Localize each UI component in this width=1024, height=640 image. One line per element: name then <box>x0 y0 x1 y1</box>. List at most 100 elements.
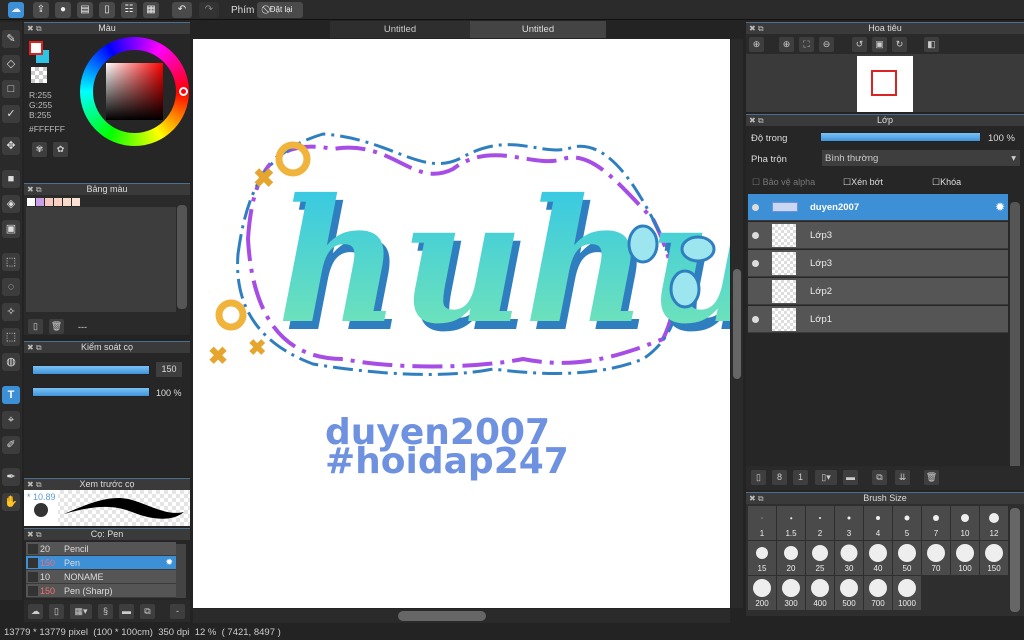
brush-list-item[interactable]: 150 Pen (Sharp) <box>26 584 176 598</box>
bucket-tool-icon[interactable]: ◈ <box>2 195 20 213</box>
visibility-icon[interactable] <box>752 316 759 323</box>
brush-size-cell[interactable]: 70 <box>922 541 950 575</box>
brush-size-cell[interactable]: 200 <box>748 576 776 610</box>
fill-rect-tool-icon[interactable]: ■ <box>2 170 20 188</box>
navigator-thumbnail[interactable] <box>857 56 913 112</box>
blend-mode-select[interactable]: Bình thường ▾ <box>822 150 1020 166</box>
select-eraser-tool-icon[interactable]: ◍ <box>2 353 20 371</box>
close-icon[interactable]: ✖ ⧉ <box>27 23 42 34</box>
zoom-actual-icon[interactable]: ⊕ <box>749 37 764 52</box>
tab-untitled-1[interactable]: Untitled <box>330 21 470 38</box>
folder-icon[interactable]: ▬ <box>119 604 134 619</box>
add-layer-dropdown-icon[interactable]: ▯▾ <box>815 470 837 485</box>
brush-size-cell[interactable]: 3 <box>835 506 863 540</box>
lock-checkbox[interactable]: ☐Khóa <box>932 177 961 188</box>
hand-tool-icon[interactable]: ✋ <box>2 493 20 511</box>
brush-size-value[interactable]: 150 <box>156 362 182 377</box>
vertical-scrollbar[interactable] <box>731 39 743 608</box>
reset-button[interactable]: ⃠ Đặt lại <box>257 2 303 18</box>
brush-size-cell[interactable]: 25 <box>806 541 834 575</box>
brush-list-item[interactable]: 150 Pen ✹ <box>26 556 176 570</box>
brush-tool-icon[interactable]: ✎ <box>2 30 20 48</box>
merge-layer-icon[interactable]: ⇊ <box>895 470 910 485</box>
brush-size-cell[interactable]: 40 <box>864 541 892 575</box>
brush-size-cell[interactable]: 20 <box>777 541 805 575</box>
palette-swatch[interactable] <box>45 198 53 206</box>
operation-tool-icon[interactable]: ⌖ <box>2 411 20 429</box>
layer-row[interactable]: duyen2007 ✹ <box>748 194 1008 221</box>
layer-row[interactable]: Lớp2 <box>748 278 1008 305</box>
new-8bit-layer-icon[interactable]: 8 <box>772 470 787 485</box>
comment-icon[interactable]: ▤ <box>77 2 93 18</box>
horizontal-scrollbar[interactable] <box>193 609 730 623</box>
visibility-icon[interactable] <box>752 232 759 239</box>
new-layer-icon[interactable]: ▯ <box>751 470 766 485</box>
brush-size-cell[interactable]: 4 <box>864 506 892 540</box>
visibility-icon[interactable] <box>752 204 759 211</box>
gradient-tool-icon[interactable]: ▣ <box>2 220 20 238</box>
text-tool-icon[interactable]: T <box>2 386 20 404</box>
close-icon[interactable]: ✖ ⧉ <box>749 115 764 126</box>
close-icon[interactable]: ✖ ⧉ <box>27 342 42 353</box>
brush-size-cell[interactable]: 5 <box>893 506 921 540</box>
delete-icon[interactable]: 🗑 <box>49 319 64 334</box>
layer-row[interactable]: Lớp1 <box>748 306 1008 333</box>
brush-size-cell[interactable]: 1 <box>748 506 776 540</box>
cloud-download-icon[interactable]: ☁ <box>28 604 43 619</box>
palette-swatch[interactable] <box>54 198 62 206</box>
palette-swatch[interactable] <box>27 198 35 206</box>
brush-size-cell[interactable]: 12 <box>980 506 1008 540</box>
saturation-value-square[interactable] <box>106 63 163 120</box>
viewport-rect[interactable] <box>871 70 897 96</box>
undo-button[interactable]: ↶ <box>172 2 192 18</box>
brush-size-cell[interactable]: 30 <box>835 541 863 575</box>
cloud-icon[interactable]: ☁ <box>8 2 24 18</box>
palette-swatch[interactable] <box>72 198 80 206</box>
brush-size-cell[interactable]: 2 <box>806 506 834 540</box>
layer-row[interactable]: Lớp3 <box>748 250 1008 277</box>
brush-size-cell[interactable]: 700 <box>864 576 892 610</box>
delete-layer-icon[interactable]: 🗑 <box>924 470 939 485</box>
speech-bubble-icon[interactable]: ● <box>55 2 71 18</box>
redo-button[interactable]: ↷ <box>199 2 219 18</box>
zoom-in-icon[interactable]: ⊕ <box>779 37 794 52</box>
layer-row[interactable]: Lớp3 <box>748 222 1008 249</box>
new-1bit-layer-icon[interactable]: 1 <box>793 470 808 485</box>
brush-settings-icon[interactable]: § <box>98 604 113 619</box>
palette-swatch[interactable] <box>63 198 71 206</box>
protect-alpha-checkbox[interactable]: ☐ Bảo vệ alpha <box>752 177 815 188</box>
close-icon[interactable]: ✖ ⧉ <box>749 493 764 504</box>
zoom-out-icon[interactable]: ⊖ <box>819 37 834 52</box>
rotate-reset-icon[interactable]: ▣ <box>872 37 887 52</box>
visibility-icon[interactable] <box>752 260 759 267</box>
palette-scrollbar[interactable] <box>177 205 187 309</box>
new-icon[interactable]: ▯ <box>28 319 43 334</box>
layer-opacity-slider[interactable] <box>820 132 981 142</box>
primary-color-swatch[interactable] <box>29 41 43 55</box>
brush-size-cell[interactable]: 400 <box>806 576 834 610</box>
duplicate-layer-icon[interactable]: ⧉ <box>872 470 887 485</box>
rotate-right-icon[interactable]: ↻ <box>892 37 907 52</box>
select-pen-tool-icon[interactable]: ⬚ <box>2 328 20 346</box>
brush-size-scrollbar[interactable] <box>1010 508 1020 612</box>
close-icon[interactable]: ✖ ⧉ <box>27 184 42 195</box>
duplicate-icon[interactable]: ⧉ <box>140 604 155 619</box>
panel-layout-icon[interactable]: ☷ <box>121 2 137 18</box>
hue-ring[interactable] <box>80 37 189 146</box>
brush-size-cell[interactable]: 1.5 <box>777 506 805 540</box>
add-brush-dropdown-icon[interactable]: ▦▾ <box>70 604 92 619</box>
rotate-left-icon[interactable]: ↺ <box>852 37 867 52</box>
delete-brush-icon[interactable]: - <box>170 604 185 619</box>
close-icon[interactable]: ✖ ⧉ <box>749 23 764 34</box>
color-picker-icon[interactable]: ✿ <box>53 142 68 157</box>
palette-icon[interactable]: ✾ <box>32 142 47 157</box>
brush-opacity-slider[interactable] <box>32 387 150 397</box>
rectangle-tool-icon[interactable]: □ <box>2 80 20 98</box>
brush-size-cell[interactable]: 50 <box>893 541 921 575</box>
canvas[interactable]: huhu huhu ✖ ✖ ✖ duyen2007 #hoidap247 <box>193 39 777 608</box>
brush-list-item[interactable]: 10 NONAME <box>26 570 176 584</box>
brush-size-cell[interactable]: 10 <box>951 506 979 540</box>
grid-icon[interactable]: ▦ <box>143 2 159 18</box>
dot-line-tool-icon[interactable]: ✓ <box>2 105 20 123</box>
gear-icon[interactable]: ✹ <box>165 557 173 568</box>
